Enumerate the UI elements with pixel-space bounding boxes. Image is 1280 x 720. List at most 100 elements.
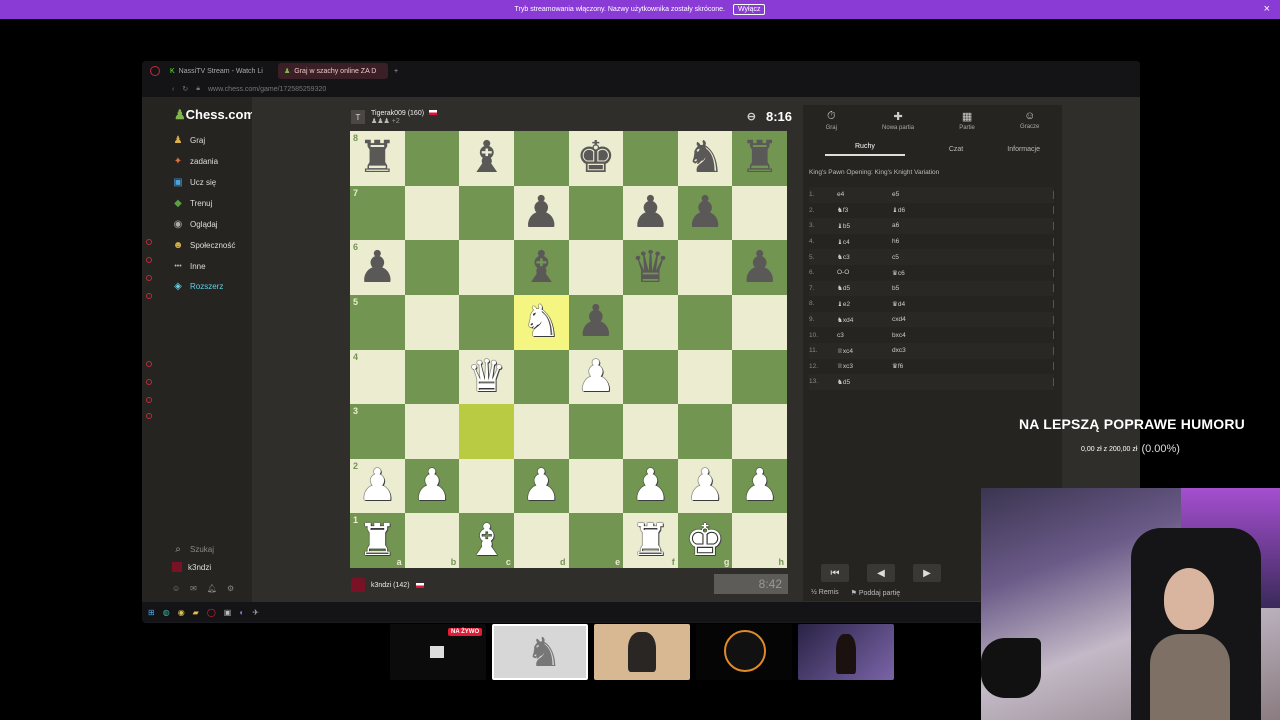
resign-button[interactable]: ⚑ Poddaj partię — [851, 589, 900, 597]
messages-icon[interactable]: ✉ — [190, 584, 197, 593]
opera-sidebar-icon[interactable] — [146, 275, 152, 281]
board-square-e2[interactable] — [568, 458, 624, 514]
chess-board[interactable]: 8 ♜ ♝ ♚ ♞ ♜ 7 ♟ ♟ ♟ 6 ♟ ♝ ♛ ♟ 5 ♞ ♟ 4 ♛ ♟ 3 2 ♟ ♟ ♟ ♟ ♟ ♟ 1 a ♜ b c ♝ d e f ♜ g… — [350, 131, 787, 568]
board-square-a3[interactable]: 3 — [350, 404, 405, 459]
nav-community[interactable]: ☻ Społeczność — [172, 239, 236, 251]
search-link[interactable]: ⌕ Szukaj — [172, 543, 214, 555]
opera-sidebar-icon[interactable] — [146, 361, 152, 367]
board-square-e8[interactable]: ♚ — [568, 131, 624, 186]
folder-icon[interactable]: ▰ — [193, 608, 199, 617]
reload-icon[interactable]: ↻ — [182, 85, 188, 93]
board-square-c5[interactable] — [459, 294, 514, 350]
chesscom-logo[interactable]: ♟Chess.com — [174, 107, 255, 123]
black-move[interactable]: e5 — [892, 191, 947, 198]
opponent-avatar[interactable]: T — [351, 110, 365, 124]
player-name[interactable]: k3ndzi (142) — [371, 582, 410, 589]
tool-players[interactable]: ☺ Gracze — [1020, 110, 1039, 130]
thumbnail-knight[interactable]: ♞ — [492, 624, 588, 680]
black-rook-icon[interactable]: ♜ — [358, 136, 397, 180]
white-pawn-icon[interactable]: ♟ — [576, 354, 615, 399]
black-move[interactable]: h6 — [892, 238, 947, 245]
black-move[interactable]: c5 — [892, 254, 947, 261]
board-square-b6[interactable] — [404, 240, 460, 295]
white-move[interactable]: ♝e2 — [837, 300, 892, 308]
board-square-f3[interactable] — [623, 404, 678, 459]
board-square-c4[interactable]: ♛ — [459, 349, 514, 405]
white-knight-icon[interactable]: ♞ — [521, 300, 560, 344]
thumbnail-portrait[interactable] — [594, 624, 690, 680]
board-square-f5[interactable] — [623, 294, 678, 350]
board-square-b3[interactable] — [404, 404, 460, 459]
board-square-b1[interactable]: b — [404, 513, 460, 568]
nav-watch[interactable]: ◉ Oglądaj — [172, 218, 218, 230]
tool-games[interactable]: ▦ Partie — [959, 110, 975, 131]
board-square-h6[interactable]: ♟ — [732, 240, 787, 295]
black-pawn-icon[interactable]: ♟ — [576, 300, 615, 344]
nav-learn[interactable]: ▣ Ucz się — [172, 176, 216, 188]
first-move-button[interactable]: ⏮ — [821, 564, 849, 582]
edge-icon[interactable]: ◍ — [163, 608, 170, 617]
board-square-d7[interactable]: ♟ — [513, 185, 569, 241]
black-bishop-icon[interactable]: ♝ — [521, 245, 560, 290]
board-square-a8[interactable]: 8 ♜ — [350, 131, 405, 186]
board-square-c3[interactable] — [459, 404, 514, 459]
tool-new-game[interactable]: ✚ Nowa partia — [882, 110, 914, 131]
board-square-c7[interactable] — [459, 185, 514, 241]
opera-sidebar-icon[interactable] — [146, 397, 152, 403]
board-square-g8[interactable]: ♞ — [677, 131, 733, 186]
white-move[interactable]: ♞c3 — [837, 253, 892, 261]
board-square-b4[interactable] — [404, 349, 460, 405]
board-square-d6[interactable]: ♝ — [513, 240, 569, 295]
board-square-c8[interactable]: ♝ — [459, 131, 514, 186]
board-square-a6[interactable]: 6 ♟ — [350, 240, 405, 295]
white-rook-icon[interactable]: ♜ — [358, 518, 397, 563]
black-pawn-icon[interactable]: ♟ — [685, 190, 724, 235]
discord-icon[interactable]: ◐ — [239, 608, 244, 617]
disable-streaming-button[interactable]: Wyłącz — [732, 4, 766, 15]
opponent-name[interactable]: Tigerak009 (160) — [371, 110, 424, 117]
opera-sidebar-icon[interactable] — [146, 239, 152, 245]
board-square-f2[interactable]: ♟ — [623, 458, 678, 514]
board-square-a1[interactable]: 1 a ♜ — [350, 513, 405, 568]
black-move[interactable]: ♛c6 — [892, 269, 947, 277]
black-rook-icon[interactable]: ♜ — [740, 136, 779, 180]
tool-play[interactable]: ⏱ Graj — [826, 110, 837, 131]
board-square-b5[interactable] — [404, 294, 460, 350]
board-square-b8[interactable] — [404, 131, 460, 186]
board-square-h4[interactable] — [732, 349, 787, 405]
white-rook-icon[interactable]: ♜ — [631, 518, 670, 563]
board-square-f6[interactable]: ♛ — [623, 240, 678, 295]
nav-puzzles[interactable]: ✦ zadania — [172, 155, 218, 167]
board-square-a4[interactable]: 4 — [350, 349, 405, 405]
white-move[interactable]: ♞xd4 — [837, 316, 892, 324]
board-square-c2[interactable] — [459, 458, 514, 514]
white-pawn-icon[interactable]: ♟ — [412, 464, 451, 508]
white-move[interactable]: ♝b5 — [837, 222, 892, 230]
black-pawn-icon[interactable]: ♟ — [521, 190, 560, 235]
opera-icon[interactable]: ◯ — [207, 608, 216, 617]
tab-chess[interactable]: ♟ Graj w szachy online ZA D — [278, 63, 388, 79]
white-move[interactable]: ♝c4 — [837, 238, 892, 246]
black-move[interactable]: a6 — [892, 222, 947, 229]
nav-train[interactable]: ◆ Trenuj — [172, 197, 212, 209]
white-move[interactable]: ♞d5 — [837, 378, 892, 386]
tab-nassitv[interactable]: K NassiTV Stream - Watch Li — [164, 63, 274, 79]
tab-info[interactable]: Informacje — [1007, 146, 1040, 153]
black-move[interactable]: dxc3 — [892, 347, 947, 354]
white-move[interactable]: O-O — [837, 269, 892, 276]
board-square-f4[interactable] — [623, 349, 678, 405]
board-square-b7[interactable] — [404, 185, 460, 241]
white-pawn-icon[interactable]: ♟ — [685, 464, 724, 508]
board-square-d2[interactable]: ♟ — [513, 458, 569, 514]
black-move[interactable]: bxc4 — [892, 332, 947, 339]
board-square-e3[interactable] — [568, 404, 624, 459]
opera-sidebar-icon[interactable] — [146, 413, 152, 419]
black-move[interactable]: ♛d4 — [892, 300, 947, 308]
steam-icon[interactable]: ✈ — [252, 608, 259, 617]
opera-sidebar-icon[interactable] — [146, 293, 152, 299]
black-king-icon[interactable]: ♚ — [576, 136, 615, 180]
board-square-h8[interactable]: ♜ — [732, 131, 787, 186]
notifications-icon[interactable]: 🔔︎ — [207, 584, 217, 593]
profile-link[interactable]: k3ndzi — [172, 562, 211, 572]
back-icon[interactable]: ‹ — [172, 86, 174, 93]
